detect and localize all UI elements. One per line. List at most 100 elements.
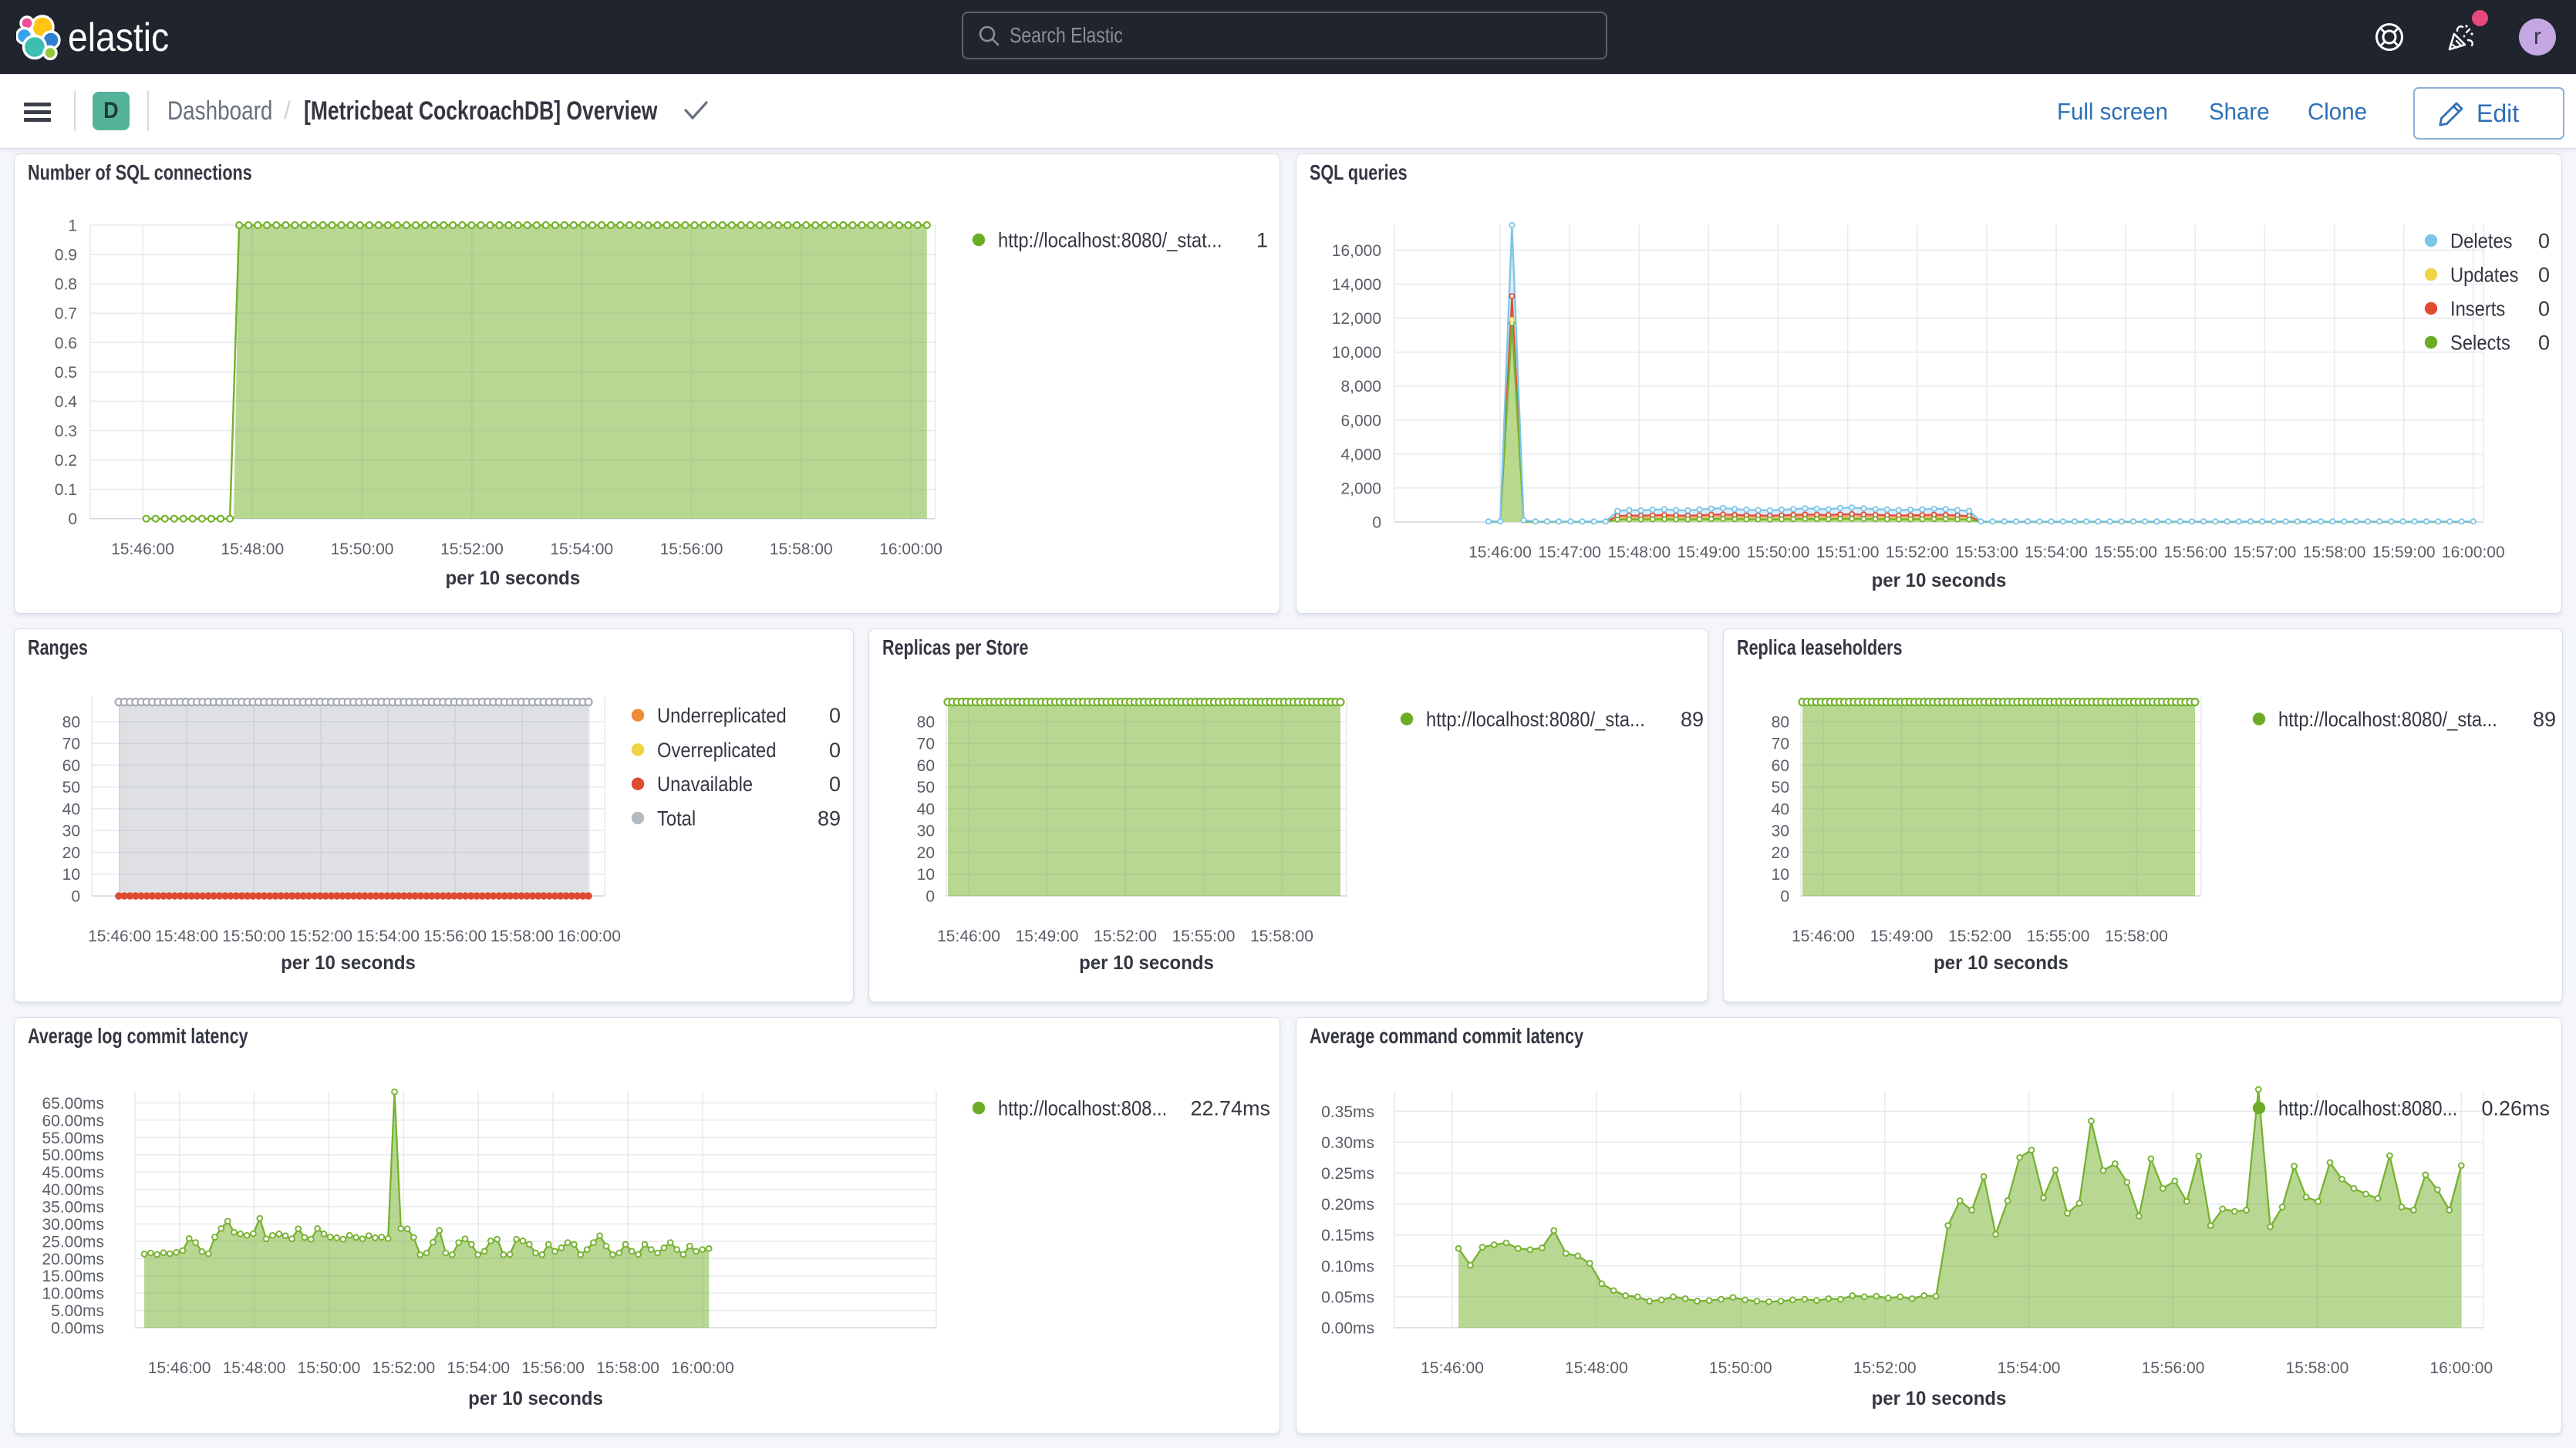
svg-text:0.3: 0.3 — [55, 423, 77, 440]
svg-text:per 10 seconds: per 10 seconds — [445, 568, 580, 590]
svg-text:15:53:00: 15:53:00 — [1955, 544, 2018, 561]
svg-text:15:58:00: 15:58:00 — [491, 928, 554, 945]
svg-text:0.4: 0.4 — [55, 393, 78, 411]
svg-text:0.6: 0.6 — [55, 335, 77, 352]
svg-text:15:52:00: 15:52:00 — [289, 928, 352, 945]
svg-text:40: 40 — [1772, 800, 1789, 818]
svg-text:16:00:00: 16:00:00 — [558, 928, 621, 945]
svg-text:0: 0 — [2538, 332, 2550, 355]
svg-text:16:00:00: 16:00:00 — [2442, 544, 2505, 561]
svg-text:0.00ms: 0.00ms — [1321, 1320, 1374, 1338]
svg-text:http://localhost:8080...: http://localhost:8080... — [2278, 1097, 2457, 1120]
svg-text:20: 20 — [1772, 844, 1789, 862]
svg-text:16,000: 16,000 — [1332, 242, 1381, 260]
svg-text:55.00ms: 55.00ms — [42, 1130, 104, 1147]
svg-text:15:54:00: 15:54:00 — [356, 928, 420, 945]
svg-text:0.30ms: 0.30ms — [1321, 1134, 1374, 1152]
svg-text:10: 10 — [917, 866, 935, 884]
svg-text:15:58:00: 15:58:00 — [596, 1359, 659, 1377]
svg-text:0: 0 — [829, 739, 841, 762]
svg-text:15:46:00: 15:46:00 — [1421, 1359, 1484, 1377]
svg-text:15:57:00: 15:57:00 — [2234, 544, 2297, 561]
svg-text:15:56:00: 15:56:00 — [2163, 544, 2227, 561]
svg-text:Selects: Selects — [2450, 332, 2510, 355]
svg-text:Inserts: Inserts — [2450, 298, 2505, 321]
svg-text:20.00ms: 20.00ms — [42, 1251, 104, 1268]
svg-text:0.20ms: 0.20ms — [1321, 1196, 1374, 1214]
svg-text:15:50:00: 15:50:00 — [1747, 544, 1810, 561]
svg-text:80: 80 — [1772, 713, 1789, 731]
svg-text:Unavailable: Unavailable — [657, 773, 753, 796]
svg-text:0: 0 — [2538, 298, 2550, 321]
svg-text:80: 80 — [62, 713, 80, 731]
svg-text:15:46:00: 15:46:00 — [148, 1359, 211, 1377]
svg-text:65.00ms: 65.00ms — [42, 1095, 104, 1113]
svg-text:per 10 seconds: per 10 seconds — [468, 1389, 603, 1410]
svg-text:89: 89 — [2533, 708, 2556, 731]
svg-text:http://localhost:8080/_sta...: http://localhost:8080/_sta... — [1426, 709, 1645, 732]
svg-text:15:49:00: 15:49:00 — [1677, 544, 1741, 561]
svg-text:0.10ms: 0.10ms — [1321, 1258, 1374, 1275]
svg-text:60: 60 — [1772, 757, 1789, 775]
svg-text:15:51:00: 15:51:00 — [1816, 544, 1880, 561]
svg-text:50: 50 — [1772, 779, 1789, 796]
svg-text:15:56:00: 15:56:00 — [2142, 1359, 2205, 1377]
svg-text:per 10 seconds: per 10 seconds — [281, 953, 416, 975]
svg-text:15:50:00: 15:50:00 — [222, 928, 285, 945]
svg-text:15:59:00: 15:59:00 — [2372, 544, 2436, 561]
svg-text:60: 60 — [917, 757, 935, 775]
svg-text:Updates: Updates — [2450, 264, 2518, 287]
svg-text:15:55:00: 15:55:00 — [2094, 544, 2157, 561]
svg-text:70: 70 — [917, 736, 935, 753]
svg-text:15:58:00: 15:58:00 — [2286, 1359, 2349, 1377]
svg-text:http://localhost:8080/_stat...: http://localhost:8080/_stat... — [998, 229, 1222, 252]
svg-text:15:49:00: 15:49:00 — [1870, 928, 1934, 945]
svg-text:35.00ms: 35.00ms — [42, 1199, 104, 1217]
svg-text:10: 10 — [62, 866, 80, 884]
svg-text:10: 10 — [1772, 866, 1789, 884]
svg-text:89: 89 — [1681, 708, 1704, 731]
svg-text:15:58:00: 15:58:00 — [770, 540, 833, 558]
svg-text:0: 0 — [2538, 230, 2550, 253]
svg-text:http://localhost:808...: http://localhost:808... — [998, 1097, 1167, 1120]
svg-text:0: 0 — [2538, 264, 2550, 287]
svg-text:50: 50 — [917, 779, 935, 796]
svg-text:4,000: 4,000 — [1340, 446, 1381, 463]
svg-text:15:56:00: 15:56:00 — [521, 1359, 585, 1377]
svg-text:20: 20 — [62, 844, 80, 862]
svg-text:0.00ms: 0.00ms — [51, 1320, 104, 1338]
svg-text:70: 70 — [1772, 736, 1789, 753]
svg-text:15.00ms: 15.00ms — [42, 1268, 104, 1285]
svg-text:8,000: 8,000 — [1340, 378, 1381, 396]
svg-text:0.9: 0.9 — [55, 247, 77, 264]
svg-text:1: 1 — [1256, 229, 1268, 252]
svg-text:per 10 seconds: per 10 seconds — [1934, 953, 2069, 975]
svg-text:50: 50 — [62, 779, 80, 796]
svg-text:0.15ms: 0.15ms — [1321, 1227, 1374, 1244]
svg-text:10.00ms: 10.00ms — [42, 1285, 104, 1303]
svg-text:Overreplicated: Overreplicated — [657, 739, 776, 762]
svg-text:0: 0 — [829, 704, 841, 727]
svg-text:5.00ms: 5.00ms — [51, 1302, 104, 1320]
svg-text:16:00:00: 16:00:00 — [2429, 1359, 2493, 1377]
svg-text:15:50:00: 15:50:00 — [298, 1359, 361, 1377]
svg-text:0.35ms: 0.35ms — [1321, 1103, 1374, 1121]
svg-text:15:52:00: 15:52:00 — [440, 540, 504, 558]
svg-text:40: 40 — [917, 800, 935, 818]
svg-text:15:46:00: 15:46:00 — [937, 928, 1000, 945]
svg-text:0: 0 — [1780, 888, 1789, 906]
svg-text:60.00ms: 60.00ms — [42, 1112, 104, 1130]
svg-text:50.00ms: 50.00ms — [42, 1147, 104, 1164]
svg-text:40.00ms: 40.00ms — [42, 1181, 104, 1199]
svg-text:15:52:00: 15:52:00 — [1886, 544, 1949, 561]
svg-text:15:54:00: 15:54:00 — [447, 1359, 510, 1377]
svg-text:15:52:00: 15:52:00 — [372, 1359, 435, 1377]
svg-text:22.74ms: 22.74ms — [1190, 1097, 1270, 1120]
svg-text:per 10 seconds: per 10 seconds — [1079, 953, 1214, 975]
svg-text:0: 0 — [1372, 514, 1381, 532]
svg-text:12,000: 12,000 — [1332, 310, 1381, 328]
svg-text:0: 0 — [71, 888, 80, 906]
svg-text:16:00:00: 16:00:00 — [879, 540, 942, 558]
svg-text:0.8: 0.8 — [55, 276, 77, 294]
svg-text:http://localhost:8080/_sta...: http://localhost:8080/_sta... — [2278, 709, 2497, 732]
